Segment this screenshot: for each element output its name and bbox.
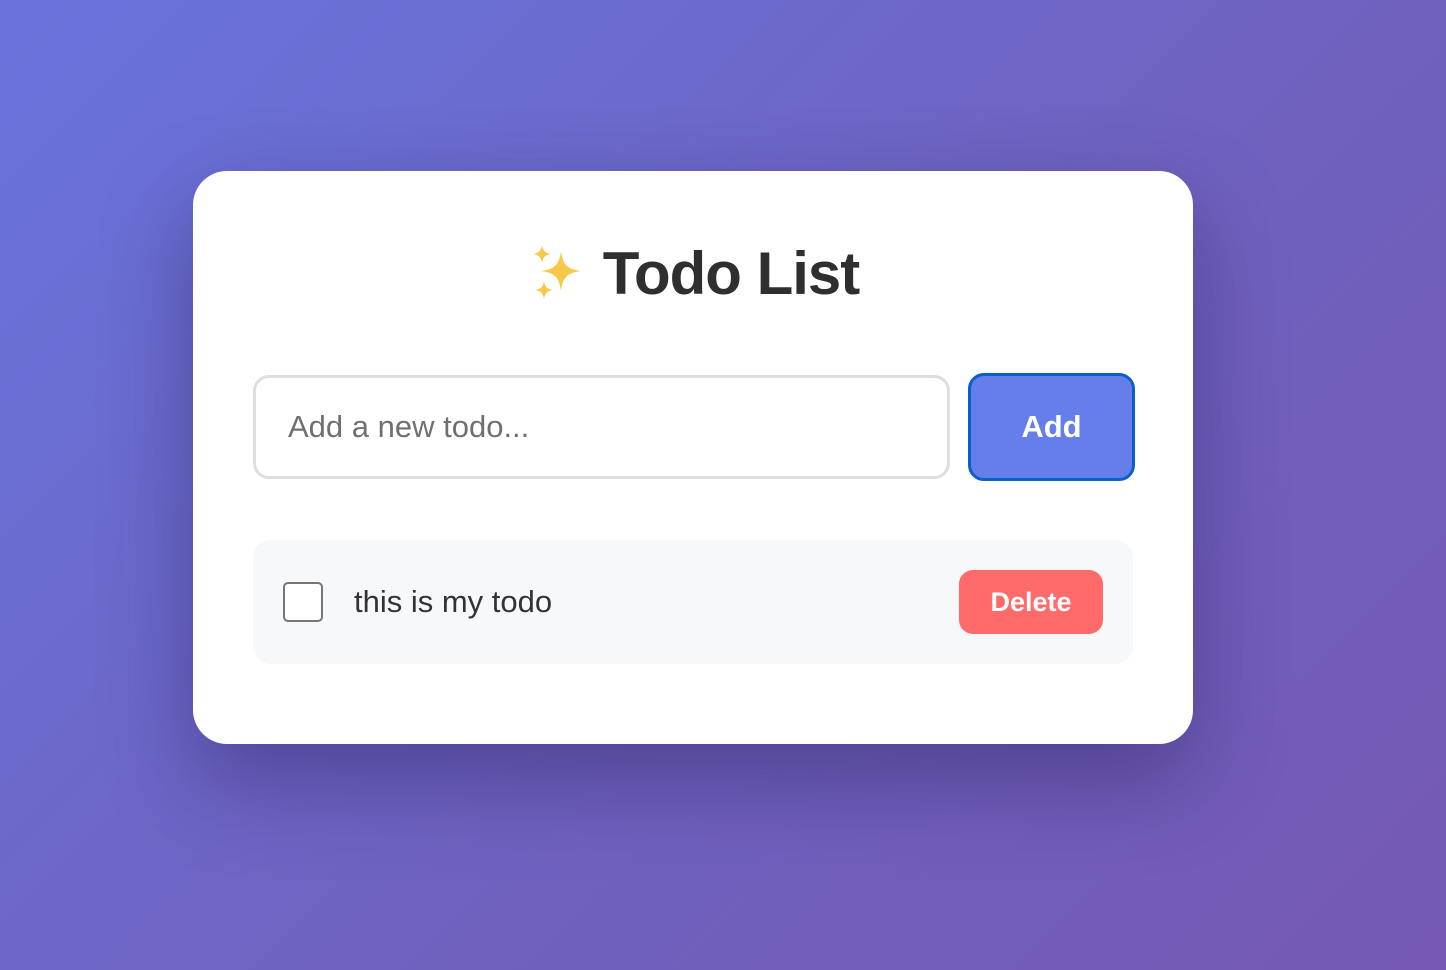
todo-item: this is my todo Delete (253, 540, 1133, 664)
todo-card: Todo List Add this is my todo Delete (193, 171, 1193, 744)
header: Todo List (193, 233, 1193, 313)
todo-text: this is my todo (354, 584, 553, 619)
new-todo-input[interactable] (253, 375, 950, 479)
page-title: Todo List (602, 239, 860, 307)
new-todo-form: Add (253, 373, 1135, 481)
page-background: { "header": { "icon": "sparkles-icon", "… (0, 0, 1446, 970)
todo-complete-checkbox[interactable] (283, 582, 323, 622)
delete-button[interactable]: Delete (959, 570, 1103, 634)
sparkles-icon (527, 241, 591, 305)
add-button[interactable]: Add (968, 373, 1135, 481)
